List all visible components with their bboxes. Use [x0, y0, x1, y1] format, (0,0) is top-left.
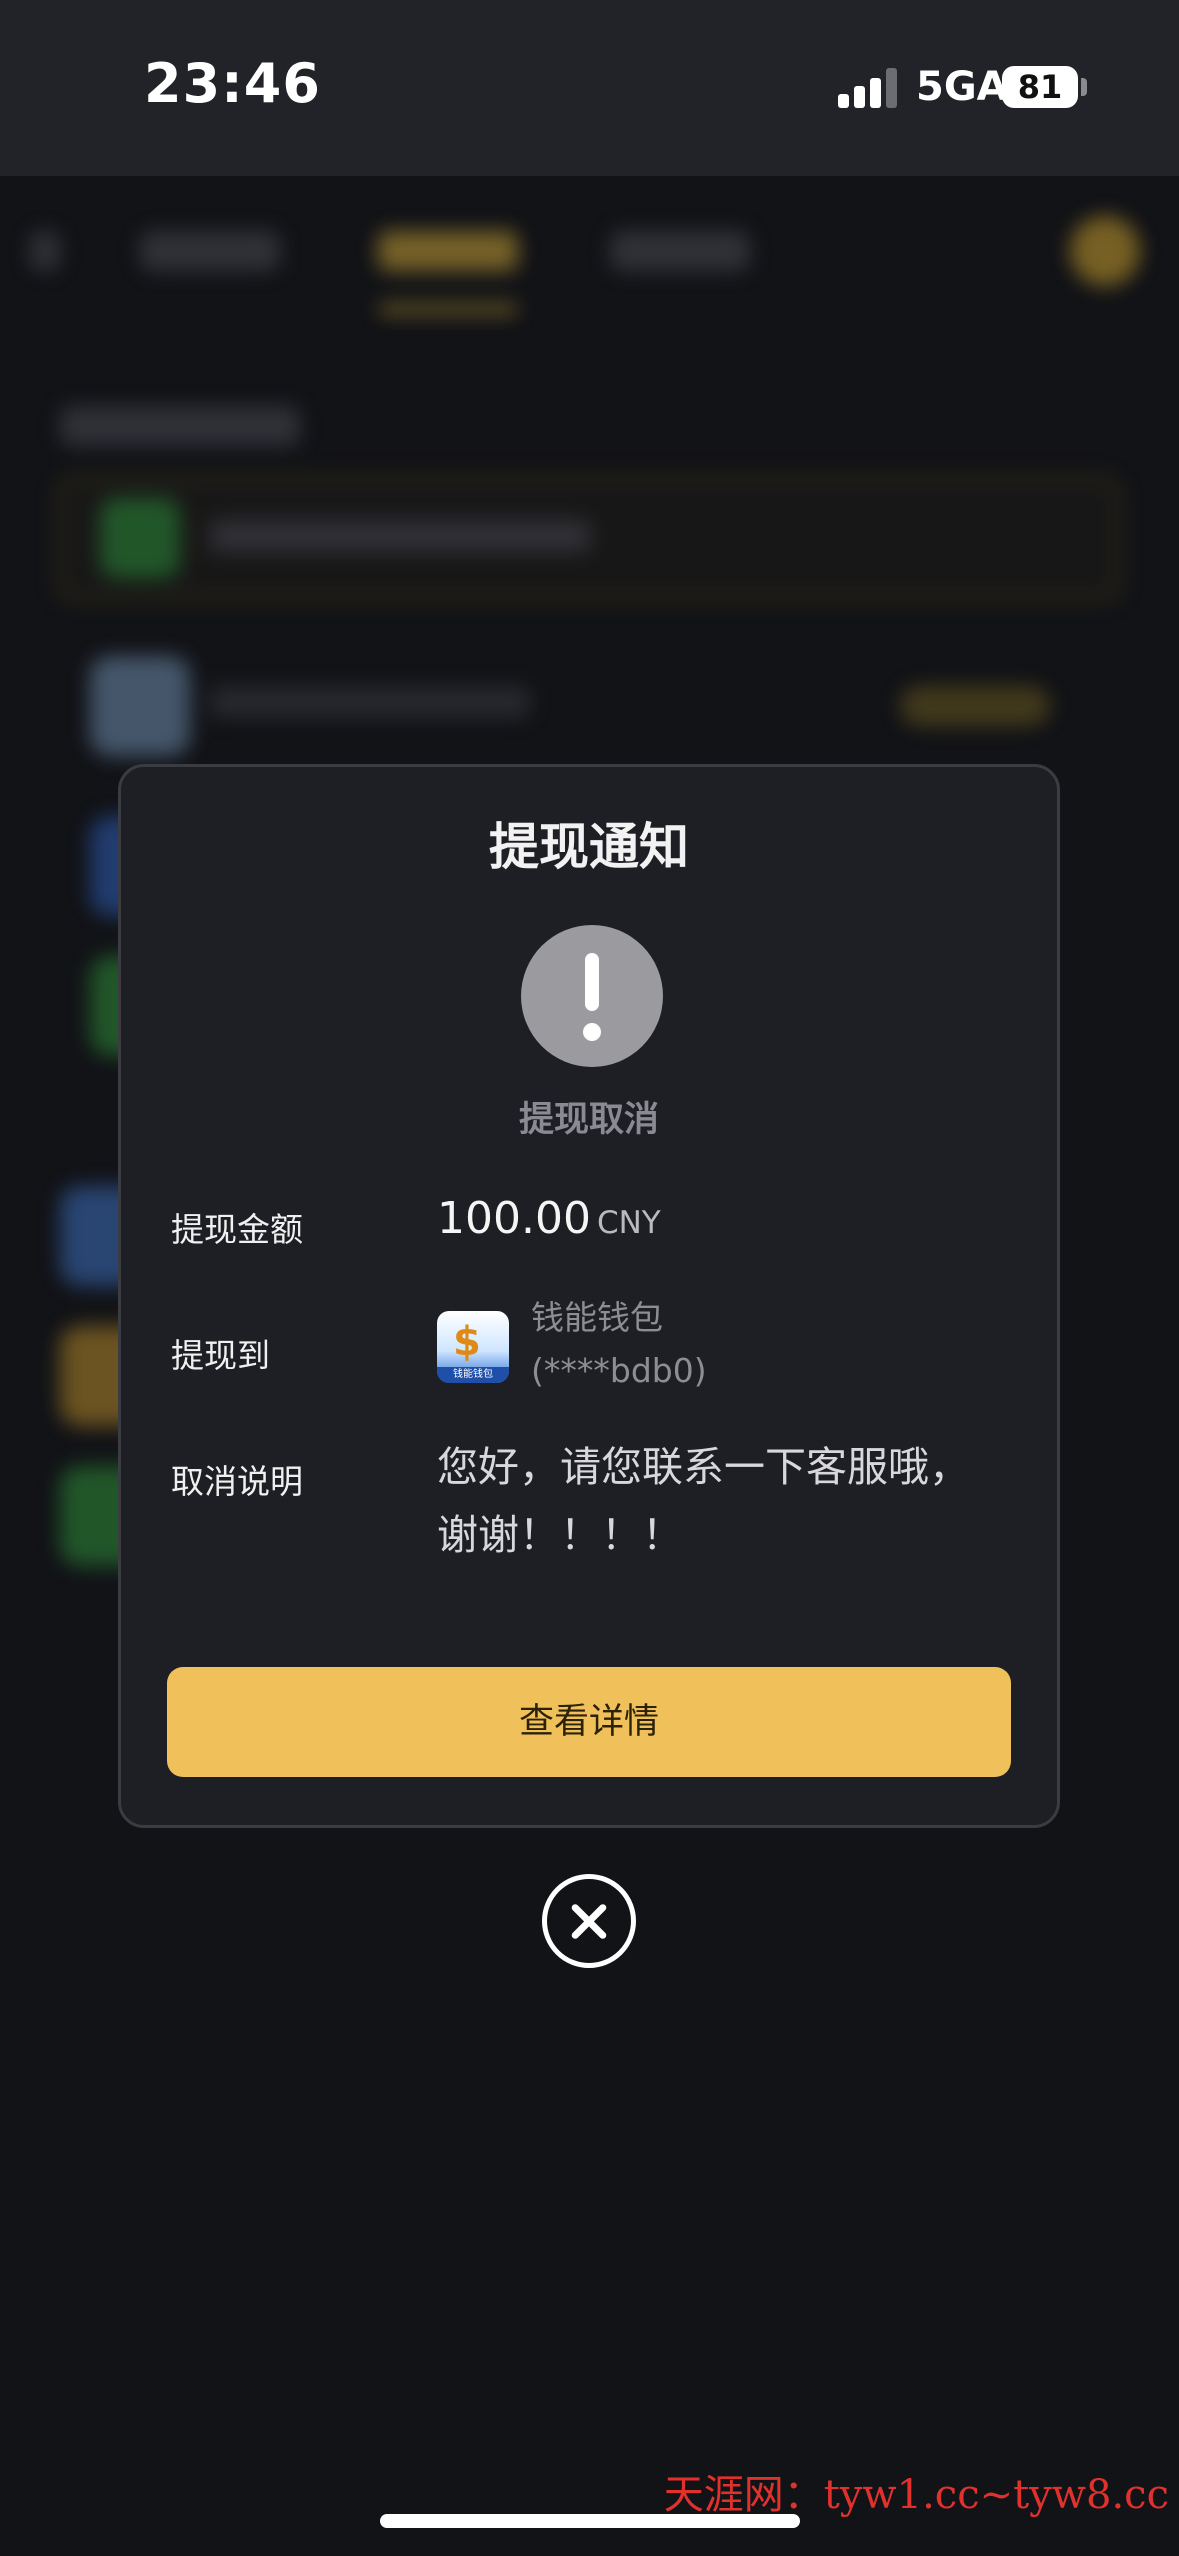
watermark-text: 天涯网：tyw1.cc~tyw8.cc — [663, 2472, 1169, 2518]
bg-row — [90, 656, 1090, 756]
wallet-icon-glyph: $ — [453, 1319, 481, 1365]
network-type: 5GA — [916, 64, 1008, 110]
cancel-reason-label: 取消说明 — [171, 1462, 303, 1501]
status-bar: 23:46 5GA 81 — [0, 0, 1179, 176]
bg-back-icon — [30, 231, 60, 271]
currency-code: CNY — [596, 1205, 661, 1241]
battery-cap — [1081, 78, 1087, 96]
withdraw-to-label: 提现到 — [171, 1336, 270, 1375]
battery-icon: 81 — [1002, 66, 1078, 108]
withdrawal-notice-dialog: 提现通知 提现取消 提现金额 100.00 CNY 提现到 $ 钱能钱包 钱能钱包… — [118, 764, 1060, 1828]
wallet-icon-caption: 钱能钱包 — [437, 1367, 509, 1383]
withdrawal-status: 提现取消 — [518, 1100, 659, 1140]
status-time: 23:46 — [144, 52, 321, 115]
close-circle-icon[interactable] — [542, 1874, 636, 1968]
exclamation-circle-icon — [521, 925, 663, 1067]
wallet-account: (****bdb0) — [531, 1351, 707, 1390]
bg-tab — [140, 231, 280, 271]
cellular-signal-icon — [838, 68, 898, 108]
bg-card — [56, 476, 1122, 602]
bg-coin-icon — [1070, 216, 1140, 286]
bg-tab-active — [378, 231, 518, 271]
wallet-name: 钱能钱包 — [531, 1298, 663, 1337]
dialog-title: 提现通知 — [489, 818, 689, 876]
wallet-app-icon: $ 钱能钱包 — [437, 1311, 509, 1383]
amount-value-group: 100.00 CNY — [437, 1193, 661, 1244]
view-details-button[interactable]: 查看详情 — [167, 1667, 1011, 1777]
cancel-reason-text: 您好，请您联系一下客服哦，谢谢！！！！ — [437, 1443, 970, 1559]
bg-section-title — [60, 406, 300, 446]
bg-tab-indicator — [378, 304, 518, 314]
home-indicator[interactable] — [380, 2514, 800, 2528]
amount-label: 提现金额 — [171, 1210, 303, 1249]
amount-value: 100.00 — [437, 1193, 591, 1244]
bg-tab — [610, 231, 750, 271]
